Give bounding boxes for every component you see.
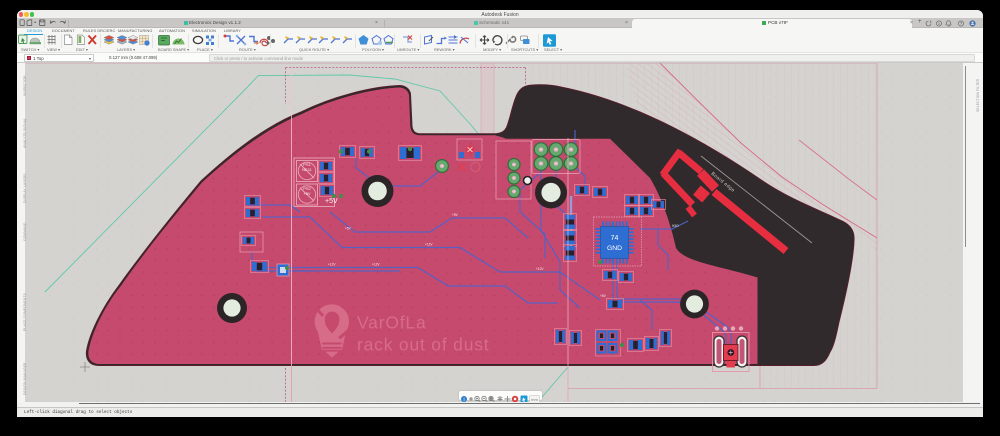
svg-text:mm: mm: [531, 396, 538, 401]
svg-text:+12V: +12V: [425, 243, 433, 247]
svg-text:NE11: NE11: [302, 167, 312, 172]
svg-text:H3O: H3O: [672, 224, 679, 228]
svg-text:VarOfLa: VarOfLa: [357, 313, 426, 333]
svg-text:+5V: +5V: [600, 294, 607, 298]
svg-text:74: 74: [611, 235, 619, 242]
svg-text:GND: GND: [607, 245, 622, 252]
svg-text:rack out of dust: rack out of dust: [357, 335, 489, 355]
svg-text:+5V: +5V: [303, 191, 311, 196]
svg-text:+5V: +5V: [345, 227, 352, 231]
svg-text:+12V: +12V: [536, 267, 544, 271]
svg-text:?: ?: [960, 21, 963, 26]
svg-text:+5V: +5V: [325, 198, 338, 205]
svg-text:+12V: +12V: [428, 165, 437, 169]
svg-text:+12V: +12V: [372, 263, 380, 267]
svg-text:+5V: +5V: [452, 213, 459, 217]
svg-text:+12V: +12V: [328, 263, 336, 267]
